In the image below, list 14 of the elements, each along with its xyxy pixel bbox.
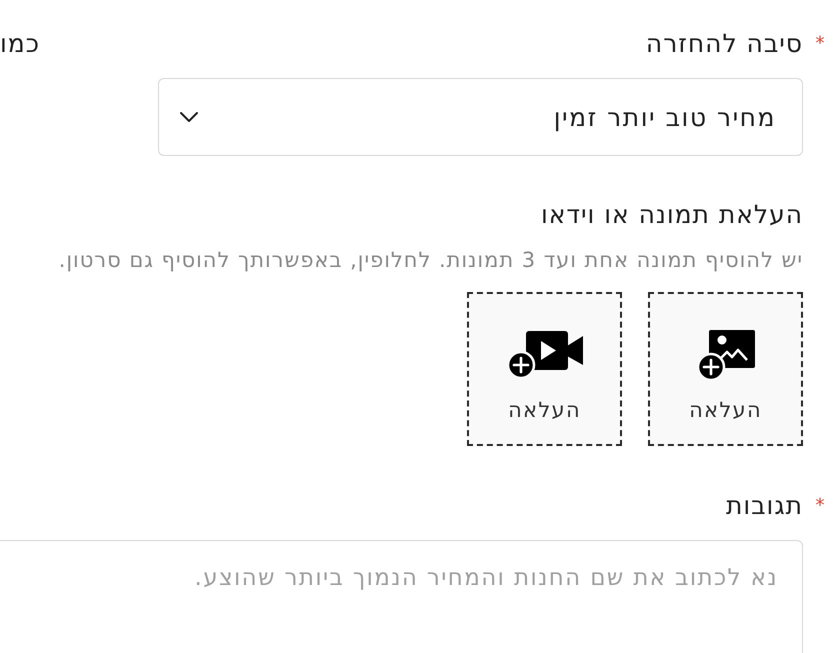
required-asterisk: * [814, 494, 826, 518]
field-label: תגובות [726, 490, 803, 522]
required-asterisk: * [814, 32, 826, 56]
field-label: סיבה להחזרה [646, 28, 803, 60]
reason-select[interactable]: מחיר טוב יותר זמין [158, 78, 803, 156]
upload-video-button[interactable]: העלאה [467, 292, 622, 446]
add-image-icon [696, 330, 754, 380]
field-label: כמו [0, 28, 40, 60]
hint-text: יש להוסיף תמונה אחת ועד 3 תמונות. לחלופין, באפשרותך להוסיף גם סרטון. [58, 247, 803, 274]
chevron-down-icon [179, 111, 199, 123]
add-video-icon [506, 331, 582, 379]
upload-image-button[interactable]: העלאה [648, 292, 803, 446]
section-title: העלאת תמונה או וידאו [540, 199, 803, 231]
comments-field[interactable]: נא לכתוב את שם החנות והמחיר הנמוך ביותר שהוצע. [0, 540, 803, 653]
